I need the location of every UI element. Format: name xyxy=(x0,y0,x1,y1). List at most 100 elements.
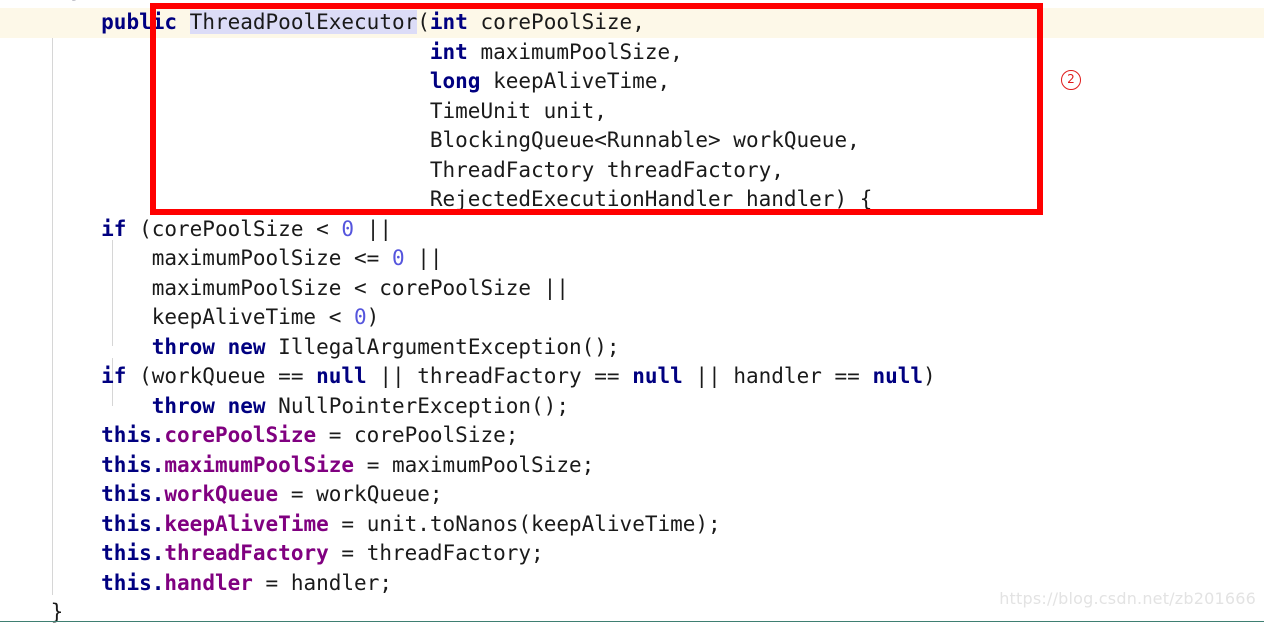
code-token-kw: public xyxy=(101,10,178,34)
code-line[interactable]: public ThreadPoolExecutor(int corePoolSi… xyxy=(0,8,1264,38)
code-token-fld: corePoolSize xyxy=(164,423,317,447)
code-token-plain: ThreadFactory threadFactory, xyxy=(429,157,784,182)
code-token-plain: maximumPoolSize <= xyxy=(151,246,392,270)
code-line[interactable]: RejectedExecutionHandler handler) { xyxy=(0,185,1264,215)
code-token-kw: if xyxy=(101,216,127,241)
code-token-plain: ) xyxy=(923,364,936,388)
code-line[interactable]: this.threadFactory = threadFactory; xyxy=(0,539,1264,569)
code-line[interactable]: maximumPoolSize <= 0 || xyxy=(0,244,1264,274)
code-token-kw: . xyxy=(151,570,165,595)
code-token-plain: || xyxy=(404,246,443,270)
code-token-num: 0 xyxy=(391,246,405,270)
code-token-kw: int xyxy=(429,10,468,34)
code-editor-surface[interactable]: } public ThreadPoolExecutor(int corePool… xyxy=(0,0,1264,624)
code-line[interactable]: ThreadFactory threadFactory, xyxy=(0,156,1264,186)
code-token-plain: NullPointerException(); xyxy=(265,393,569,418)
code-token-plain: (workQueue == xyxy=(126,364,317,388)
code-token-fld: handler xyxy=(164,570,253,595)
code-line[interactable]: int maximumPoolSize, xyxy=(0,38,1264,68)
code-token-plain: || xyxy=(354,216,392,241)
code-token-kw: this xyxy=(101,541,152,565)
code-token-kw: null xyxy=(872,364,924,388)
code-token-kw: this xyxy=(101,452,152,477)
code-token-kw: . xyxy=(151,452,165,477)
code-token-plain: maximumPoolSize, xyxy=(467,39,683,64)
code-token-kw: long xyxy=(429,69,481,93)
code-token-plain: (corePoolSize < xyxy=(126,216,342,241)
code-token-plain: || handler == xyxy=(682,364,873,388)
code-token-kw: . xyxy=(151,482,165,506)
circled-number-marker-2: 2 xyxy=(1061,70,1081,90)
code-token-kw: null xyxy=(632,364,683,388)
code-token-plain: ( xyxy=(417,10,430,34)
code-line[interactable]: BlockingQueue<Runnable> workQueue, xyxy=(0,126,1264,156)
code-token-plain: = maximumPoolSize; xyxy=(354,452,595,477)
code-token-kw: . xyxy=(151,423,165,447)
code-line[interactable]: this.maximumPoolSize = maximumPoolSize; xyxy=(0,451,1264,481)
code-line[interactable]: TimeUnit unit, xyxy=(0,97,1264,127)
code-token-fld: workQueue xyxy=(164,482,279,506)
code-token-num: 0 xyxy=(354,305,367,329)
code-token-kw: null xyxy=(316,364,367,388)
code-line[interactable]: this.workQueue = workQueue; xyxy=(0,480,1264,510)
code-line[interactable]: this.keepAliveTime = unit.toNanos(keepAl… xyxy=(0,510,1264,540)
clipped-previous-line-glyph: } xyxy=(70,0,83,6)
code-token-kw: throw xyxy=(151,393,215,418)
code-token-plain: = corePoolSize; xyxy=(316,423,519,447)
code-line[interactable]: this.corePoolSize = corePoolSize; xyxy=(0,421,1264,451)
code-line[interactable]: throw new IllegalArgumentException(); xyxy=(0,333,1264,363)
code-token-kw: if xyxy=(101,364,127,388)
code-token-plain: corePoolSize, xyxy=(467,10,645,34)
code-token-plain: IllegalArgumentException(); xyxy=(265,334,620,359)
code-token-kw: throw xyxy=(151,334,215,359)
code-token-fld: threadFactory xyxy=(164,541,329,565)
code-token-kw: . xyxy=(151,541,165,565)
code-token-kw: this xyxy=(101,482,152,506)
code-token-plain: BlockingQueue<Runnable> workQueue, xyxy=(429,128,860,152)
code-token-plain: = unit.toNanos(keepAliveTime); xyxy=(328,511,721,536)
code-token-kw: this xyxy=(101,570,152,595)
code-line[interactable]: maximumPoolSize < corePoolSize || xyxy=(0,274,1264,304)
code-token-kw: int xyxy=(429,39,468,64)
code-line[interactable]: throw new NullPointerException(); xyxy=(0,392,1264,422)
code-token-fld: maximumPoolSize xyxy=(164,452,355,477)
code-token-plain: maximumPoolSize < corePoolSize || xyxy=(151,275,569,300)
code-token-kw: new xyxy=(227,393,266,418)
code-token-kw: new xyxy=(227,334,266,359)
code-token-sel: ThreadPoolExecutor xyxy=(189,10,418,34)
code-line[interactable]: keepAliveTime < 0) xyxy=(0,303,1264,333)
code-token-plain: RejectedExecutionHandler handler) { xyxy=(429,187,873,211)
code-token-num: 0 xyxy=(341,216,355,241)
code-line[interactable]: if (corePoolSize < 0 || xyxy=(0,215,1264,245)
code-token-plain: ) xyxy=(366,305,380,329)
code-token-plain: keepAliveTime, xyxy=(480,69,671,93)
bottom-divider xyxy=(0,620,1264,622)
code-token-plain: = workQueue; xyxy=(278,482,443,506)
code-token-kw: this xyxy=(101,423,152,447)
csdn-watermark: https://blog.csdn.net/zb201666 xyxy=(999,589,1256,608)
code-token-plain: keepAliveTime < xyxy=(151,305,355,329)
code-token-fld: keepAliveTime xyxy=(164,511,329,536)
code-line[interactable]: if (workQueue == null || threadFactory =… xyxy=(0,362,1264,392)
